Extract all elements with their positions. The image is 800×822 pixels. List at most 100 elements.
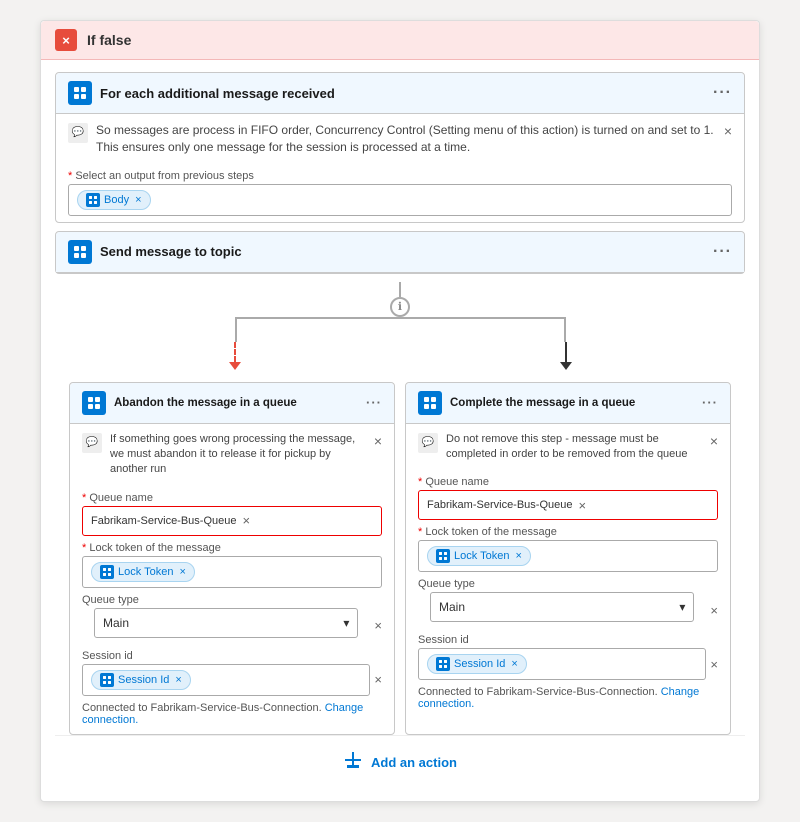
foreach-step-header: For each additional message received ··· — [56, 73, 744, 114]
complete-lock-field[interactable]: Lock Token × — [418, 540, 718, 572]
complete-step-header: Complete the message in a queue ··· — [406, 383, 730, 424]
abandon-step-menu[interactable]: ··· — [366, 395, 382, 410]
left-dashed-arrow — [229, 342, 241, 370]
abandon-qtype-clear[interactable]: × — [374, 618, 382, 633]
left-dashed-line — [234, 342, 236, 362]
send-step-icon — [68, 240, 92, 264]
center-vert-line — [399, 282, 401, 297]
complete-info-icon: 💬 — [418, 433, 438, 453]
content-area: For each additional message received ···… — [41, 60, 759, 801]
complete-qtype-label: Queue type — [418, 578, 718, 590]
send-step-header: Send message to topic ··· — [56, 232, 744, 273]
abandon-session-field[interactable]: Session Id × — [82, 664, 370, 696]
foreach-step-block: For each additional message received ···… — [55, 72, 745, 223]
complete-queue-field[interactable]: Fabrikam-Service-Bus-Queue × — [418, 490, 718, 520]
abandon-qtype-value: Main — [103, 616, 339, 630]
abandon-queue-clear[interactable]: × — [243, 513, 251, 528]
header-bar: × If false — [41, 21, 759, 60]
complete-qtype-row: Main ▾ × — [418, 592, 718, 628]
abandon-session-row: Session Id × × — [82, 664, 382, 696]
abandon-queue-label: * Queue name — [82, 492, 382, 504]
complete-session-label: Session id — [418, 634, 718, 646]
complete-qtype-clear[interactable]: × — [710, 603, 718, 618]
abandon-lock-field[interactable]: Lock Token × — [82, 556, 382, 588]
complete-lock-label: * Lock token of the message — [418, 526, 718, 538]
branches-row: Abandon the message in a queue ··· 💬 If … — [69, 382, 731, 735]
foreach-step-icon — [68, 81, 92, 105]
abandon-qtype-select[interactable]: Main ▾ — [94, 608, 358, 638]
complete-session-token-label: Session Id — [454, 658, 505, 670]
right-branch-column: Complete the message in a queue ··· 💬 Do… — [405, 382, 731, 735]
complete-session-field[interactable]: Session Id × — [418, 648, 706, 680]
foreach-dismiss-button[interactable]: × — [724, 122, 732, 142]
complete-step-menu[interactable]: ··· — [702, 395, 718, 410]
abandon-session-clear[interactable]: × — [374, 672, 382, 687]
abandon-session-label: Session id — [82, 650, 382, 662]
complete-connected-text: Connected to Fabrikam-Service-Bus-Connec… — [418, 686, 718, 710]
foreach-step-menu[interactable]: ··· — [713, 84, 732, 102]
abandon-session-token[interactable]: Session Id × — [91, 670, 191, 690]
complete-session-clear[interactable]: × — [710, 657, 718, 672]
abandon-session-token-label: Session Id — [118, 674, 169, 686]
right-solid-line — [565, 342, 567, 362]
abandon-queue-field[interactable]: Fabrikam-Service-Bus-Queue × — [82, 506, 382, 536]
page-title: If false — [87, 32, 131, 48]
arrow-row — [69, 342, 731, 382]
abandon-session-icon — [100, 673, 114, 687]
close-button[interactable]: × — [55, 29, 77, 51]
abandon-info-icon: 💬 — [82, 433, 102, 453]
left-arrow-head — [229, 362, 241, 370]
abandon-lock-token-remove[interactable]: × — [179, 566, 185, 578]
main-container: × If false For each additional message r… — [40, 20, 760, 802]
complete-queue-value: Fabrikam-Service-Bus-Queue — [427, 499, 573, 511]
abandon-lock-token-label: Lock Token — [118, 566, 173, 578]
abandon-lock-token[interactable]: Lock Token × — [91, 562, 195, 582]
abandon-qtype-arrow: ▾ — [343, 616, 349, 630]
complete-session-token-remove[interactable]: × — [511, 658, 517, 670]
abandon-dismiss-button[interactable]: × — [374, 432, 382, 452]
complete-qtype-select[interactable]: Main ▾ — [430, 592, 694, 622]
add-action-bar[interactable]: Add an action — [55, 735, 745, 789]
abandon-queue-value: Fabrikam-Service-Bus-Queue — [91, 515, 237, 527]
complete-qtype-value: Main — [439, 600, 675, 614]
complete-lock-token[interactable]: Lock Token × — [427, 546, 531, 566]
complete-lock-token-label: Lock Token — [454, 550, 509, 562]
complete-dismiss-button[interactable]: × — [710, 432, 718, 452]
right-solid-arrow — [560, 342, 572, 370]
right-arrow-head — [560, 362, 572, 370]
add-action-icon — [343, 750, 363, 775]
foreach-info-block: 💬 So messages are process in FIFO order,… — [56, 114, 744, 164]
complete-qtype-arrow: ▾ — [679, 600, 685, 614]
branch-info-circle[interactable]: ℹ — [390, 297, 410, 317]
foreach-info-icon: 💬 — [68, 123, 88, 143]
abandon-step-header: Abandon the message in a queue ··· — [70, 383, 394, 424]
complete-session-token[interactable]: Session Id × — [427, 654, 527, 674]
branch-horiz-line — [235, 317, 566, 319]
send-step-menu[interactable]: ··· — [713, 243, 732, 261]
send-step-block: Send message to topic ··· — [55, 231, 745, 274]
body-token-remove[interactable]: × — [135, 194, 141, 206]
abandon-info-text: If something goes wrong processing the m… — [110, 432, 366, 478]
body-token-label: Body — [104, 194, 129, 206]
complete-queue-clear[interactable]: × — [579, 498, 587, 513]
abandon-step-icon — [82, 391, 106, 415]
foreach-step-title: For each additional message received — [100, 86, 705, 101]
complete-queue-label: * Queue name — [418, 476, 718, 488]
body-token[interactable]: Body × — [77, 190, 151, 210]
send-step-title: Send message to topic — [100, 244, 705, 259]
add-action-label: Add an action — [371, 755, 457, 770]
complete-session-icon — [436, 657, 450, 671]
complete-info-text: Do not remove this step - message must b… — [446, 432, 702, 463]
complete-lock-token-remove[interactable]: × — [515, 550, 521, 562]
left-branch-vert — [235, 317, 237, 342]
abandon-info-block: 💬 If something goes wrong processing the… — [70, 424, 394, 486]
abandon-qtype-label: Queue type — [82, 594, 382, 606]
complete-lock-token-icon — [436, 549, 450, 563]
foreach-output-field[interactable]: Body × — [68, 184, 732, 216]
abandon-qtype-row: Main ▾ × — [82, 608, 382, 644]
foreach-info-text: So messages are process in FIFO order, C… — [96, 122, 716, 156]
abandon-session-token-remove[interactable]: × — [175, 674, 181, 686]
complete-session-row: Session Id × × — [418, 648, 718, 680]
body-token-icon — [86, 193, 100, 207]
abandon-lock-token-icon — [100, 565, 114, 579]
